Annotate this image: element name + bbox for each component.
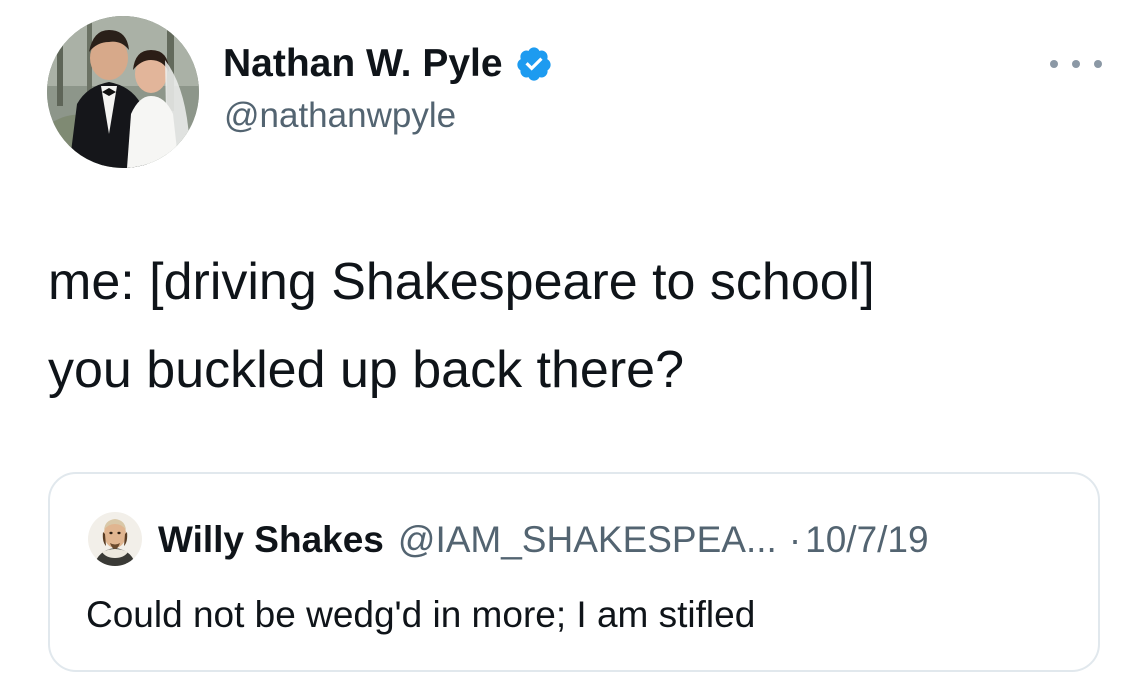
wedding-photo-avatar <box>47 16 199 168</box>
quoted-tweet-text: Could not be wedg'd in more; I am stifle… <box>86 594 756 635</box>
more-dot <box>1072 60 1080 68</box>
ellipsis-icon[interactable] <box>1050 52 1102 76</box>
quoted-author-handle[interactable]: @IAM_SHAKESPEA... <box>398 516 777 564</box>
dot-separator: · <box>788 519 802 560</box>
author-display-name-row[interactable]: Nathan W. Pyle <box>223 40 553 88</box>
quoted-tweet-header: Willy Shakes @IAM_SHAKESPEA... · 10/7/19 <box>158 516 929 564</box>
author-avatar[interactable] <box>47 16 199 168</box>
quoted-tweet-date[interactable]: 10/7/19 <box>805 516 928 564</box>
quoted-author-display-name[interactable]: Willy Shakes <box>158 516 384 564</box>
quoted-tweet-card[interactable]: Willy Shakes @IAM_SHAKESPEA... · 10/7/19… <box>48 472 1100 672</box>
quoted-author-avatar[interactable] <box>88 512 142 566</box>
author-display-name[interactable]: Nathan W. Pyle <box>223 40 503 88</box>
tweet-text: me: [driving Shakespeare to school] you … <box>48 238 875 414</box>
author-handle[interactable]: @nathanwpyle <box>224 95 456 137</box>
shakespeare-portrait-avatar <box>88 512 142 566</box>
more-dot <box>1050 60 1058 68</box>
verified-badge-icon <box>515 45 553 83</box>
more-dot <box>1094 60 1102 68</box>
tweet-text-line: me: [driving Shakespeare to school] <box>48 253 875 311</box>
tweet-text-line: you buckled up back there? <box>48 341 684 399</box>
